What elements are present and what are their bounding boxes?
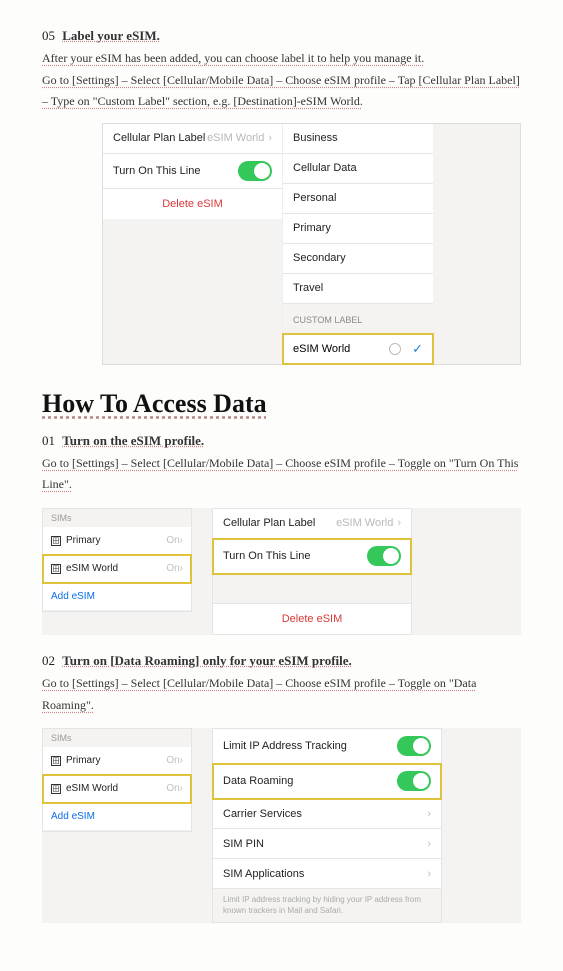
turn-on-line-row[interactable]: Turn On This Line bbox=[103, 154, 282, 189]
chevron-right-icon: › bbox=[180, 783, 183, 794]
sim-primary-label: Primary bbox=[66, 535, 100, 546]
sim-primary-row[interactable]: 田Primary On› bbox=[43, 527, 191, 555]
fig05-right-panel: Business Cellular Data Personal Primary … bbox=[283, 124, 433, 364]
cellular-plan-label-text: Cellular Plan Label bbox=[113, 132, 205, 144]
step-05-number: 05 bbox=[42, 28, 55, 43]
custom-label-input-row[interactable]: ✓ bbox=[283, 334, 433, 364]
cellular-plan-value: eSIM World› bbox=[207, 132, 272, 144]
roaming-footnote: Limit IP address tracking by hiding your… bbox=[213, 889, 441, 922]
step-05-heading: 05 Label your eSIM. bbox=[42, 28, 521, 44]
roaming-panel: Limit IP Address Tracking Data Roaming C… bbox=[212, 728, 442, 923]
add-esim-row-2[interactable]: Add eSIM bbox=[43, 803, 191, 831]
sim-apps-row[interactable]: SIM Applications › bbox=[213, 859, 441, 889]
custom-label-header: CUSTOM LABEL bbox=[283, 304, 433, 334]
chevron-right-icon: › bbox=[427, 838, 431, 850]
sim-list-panel: SIMs 田Primary On› 田eSIM World On› Add eS… bbox=[42, 508, 192, 612]
turn-on-line-label: Turn On This Line bbox=[113, 165, 200, 177]
turn-on-line-row-2[interactable]: Turn On This Line bbox=[213, 539, 411, 574]
option-business[interactable]: Business bbox=[283, 124, 433, 154]
toggle-on-icon[interactable] bbox=[367, 546, 401, 566]
step-01a-title: Turn on the eSIM profile. bbox=[62, 433, 204, 448]
data-roaming-label: Data Roaming bbox=[223, 775, 293, 787]
step-05-line1: After your eSIM has been added, you can … bbox=[42, 48, 521, 70]
sim-primary-row-2[interactable]: 田Primary On› bbox=[43, 747, 191, 775]
chevron-right-icon: › bbox=[268, 132, 272, 144]
sim-pin-row[interactable]: SIM PIN › bbox=[213, 829, 441, 859]
chevron-right-icon: › bbox=[180, 563, 183, 574]
delete-esim-row-2[interactable]: Delete eSIM bbox=[213, 604, 411, 634]
option-secondary[interactable]: Secondary bbox=[283, 244, 433, 274]
cellular-plan-label-row-2[interactable]: Cellular Plan Label eSIM World› bbox=[213, 509, 411, 539]
toggle-on-icon[interactable] bbox=[238, 161, 272, 181]
figure-01a: SIMs 田Primary On› 田eSIM World On› Add eS… bbox=[42, 508, 521, 635]
clear-icon[interactable] bbox=[389, 343, 401, 355]
toggle-on-icon[interactable] bbox=[397, 771, 431, 791]
option-travel[interactable]: Travel bbox=[283, 274, 433, 304]
spacer-row bbox=[213, 574, 411, 604]
custom-label-input[interactable] bbox=[293, 343, 383, 355]
delete-esim-label: Delete eSIM bbox=[113, 198, 272, 210]
cellular-plan-label-text-2: Cellular Plan Label bbox=[223, 517, 315, 529]
sim-apps-label: SIM Applications bbox=[223, 868, 304, 880]
option-cellular-data[interactable]: Cellular Data bbox=[283, 154, 433, 184]
sim-esim-label: eSIM World bbox=[66, 563, 118, 574]
figure-02a: SIMs 田Primary On› 田eSIM World On› Add eS… bbox=[42, 728, 521, 923]
sim-list-panel-2: SIMs 田Primary On› 田eSIM World On› Add eS… bbox=[42, 728, 192, 832]
sim-esim-row-2[interactable]: 田eSIM World On› bbox=[43, 775, 191, 803]
section-access-data: How To Access Data bbox=[42, 389, 521, 419]
figure-05: Cellular Plan Label eSIM World› Turn On … bbox=[102, 123, 521, 365]
step-02a-number: 02 bbox=[42, 653, 55, 668]
step-05-title: Label your eSIM. bbox=[62, 28, 160, 43]
step-01a-heading: 01 Turn on the eSIM profile. bbox=[42, 433, 521, 449]
limit-ip-row[interactable]: Limit IP Address Tracking bbox=[213, 729, 441, 764]
cellular-plan-panel: Cellular Plan Label eSIM World› Turn On … bbox=[212, 508, 412, 635]
carrier-services-label: Carrier Services bbox=[223, 808, 302, 820]
option-personal[interactable]: Personal bbox=[283, 184, 433, 214]
sim-list-header: SIMs bbox=[43, 509, 191, 527]
sim-slot-icon: 田 bbox=[51, 756, 61, 766]
sim-slot-icon: 田 bbox=[51, 536, 61, 546]
step-02a-line: Go to [Settings] – Select [Cellular/Mobi… bbox=[42, 673, 521, 716]
chevron-right-icon: › bbox=[427, 808, 431, 820]
turn-on-line-label-2: Turn On This Line bbox=[223, 550, 310, 562]
option-primary[interactable]: Primary bbox=[283, 214, 433, 244]
sim-esim-row[interactable]: 田eSIM World On› bbox=[43, 555, 191, 583]
step-01a-number: 01 bbox=[42, 433, 55, 448]
step-01a-line: Go to [Settings] – Select [Cellular/Mobi… bbox=[42, 453, 521, 496]
step-02a-title: Turn on [Data Roaming] only for your eSI… bbox=[62, 653, 352, 668]
fig05-left-panel: Cellular Plan Label eSIM World› Turn On … bbox=[103, 124, 283, 364]
check-icon[interactable]: ✓ bbox=[412, 341, 423, 357]
limit-ip-label: Limit IP Address Tracking bbox=[223, 740, 347, 752]
sim-slot-icon: 田 bbox=[51, 784, 61, 794]
chevron-right-icon: › bbox=[397, 517, 401, 529]
add-esim-row[interactable]: Add eSIM bbox=[43, 583, 191, 611]
carrier-services-row[interactable]: Carrier Services › bbox=[213, 799, 441, 829]
cellular-plan-label-row[interactable]: Cellular Plan Label eSIM World› bbox=[103, 124, 282, 154]
chevron-right-icon: › bbox=[427, 868, 431, 880]
sim-pin-label: SIM PIN bbox=[223, 838, 264, 850]
add-esim-label: Add eSIM bbox=[51, 591, 95, 602]
fig05-left-spacer bbox=[103, 219, 282, 364]
sim-list-header-2: SIMs bbox=[43, 729, 191, 747]
step-05-line2: Go to [Settings] – Select [Cellular/Mobi… bbox=[42, 70, 521, 113]
delete-esim-row[interactable]: Delete eSIM bbox=[103, 189, 282, 219]
delete-esim-label-2: Delete eSIM bbox=[223, 613, 401, 625]
step-02a-heading: 02 Turn on [Data Roaming] only for your … bbox=[42, 653, 521, 669]
sim-slot-icon: 田 bbox=[51, 564, 61, 574]
chevron-right-icon: › bbox=[180, 755, 183, 766]
toggle-on-icon[interactable] bbox=[397, 736, 431, 756]
data-roaming-row[interactable]: Data Roaming bbox=[213, 764, 441, 799]
chevron-right-icon: › bbox=[180, 535, 183, 546]
